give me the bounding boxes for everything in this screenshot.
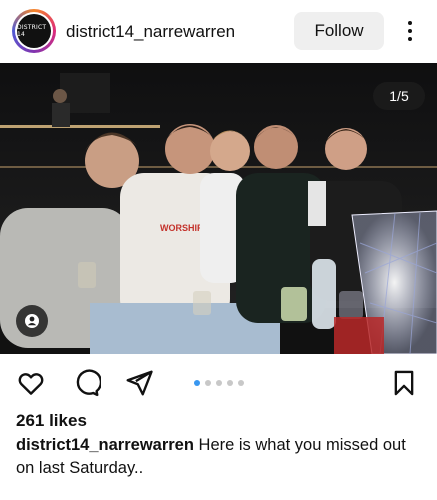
post-header: DISTRICT 14 district14_narrewarren Follo… [0, 0, 437, 63]
party-photo-illustration: WORSHIP [0, 63, 437, 354]
post-caption: district14_narrewarren Here is what you … [16, 434, 426, 480]
carousel-dot [205, 380, 211, 386]
carousel-dot [238, 380, 244, 386]
save-bookmark-icon[interactable] [390, 368, 420, 398]
follow-button[interactable]: Follow [294, 12, 384, 50]
username-link[interactable]: district14_narrewarren [66, 22, 235, 42]
comment-icon[interactable] [71, 368, 103, 398]
action-bar [0, 362, 437, 402]
carousel-dot [216, 380, 222, 386]
likes-count[interactable]: 261 likes [16, 411, 87, 431]
share-send-icon[interactable] [124, 368, 154, 398]
post-photo[interactable]: WORSHIP 1/5 [0, 63, 437, 354]
carousel-counter: 1/5 [373, 82, 425, 110]
carousel-dot [194, 380, 200, 386]
avatar-logo: DISTRICT 14 [17, 14, 51, 48]
avatar[interactable]: DISTRICT 14 [12, 9, 56, 53]
shirt-print: WORSHIP [160, 223, 203, 233]
tagged-users-icon[interactable] [16, 305, 48, 337]
carousel-indicator [194, 380, 244, 386]
carousel-dot [227, 380, 233, 386]
like-heart-icon[interactable] [16, 368, 46, 398]
caption-username[interactable]: district14_narrewarren [16, 436, 194, 454]
more-options-icon[interactable] [398, 18, 422, 44]
